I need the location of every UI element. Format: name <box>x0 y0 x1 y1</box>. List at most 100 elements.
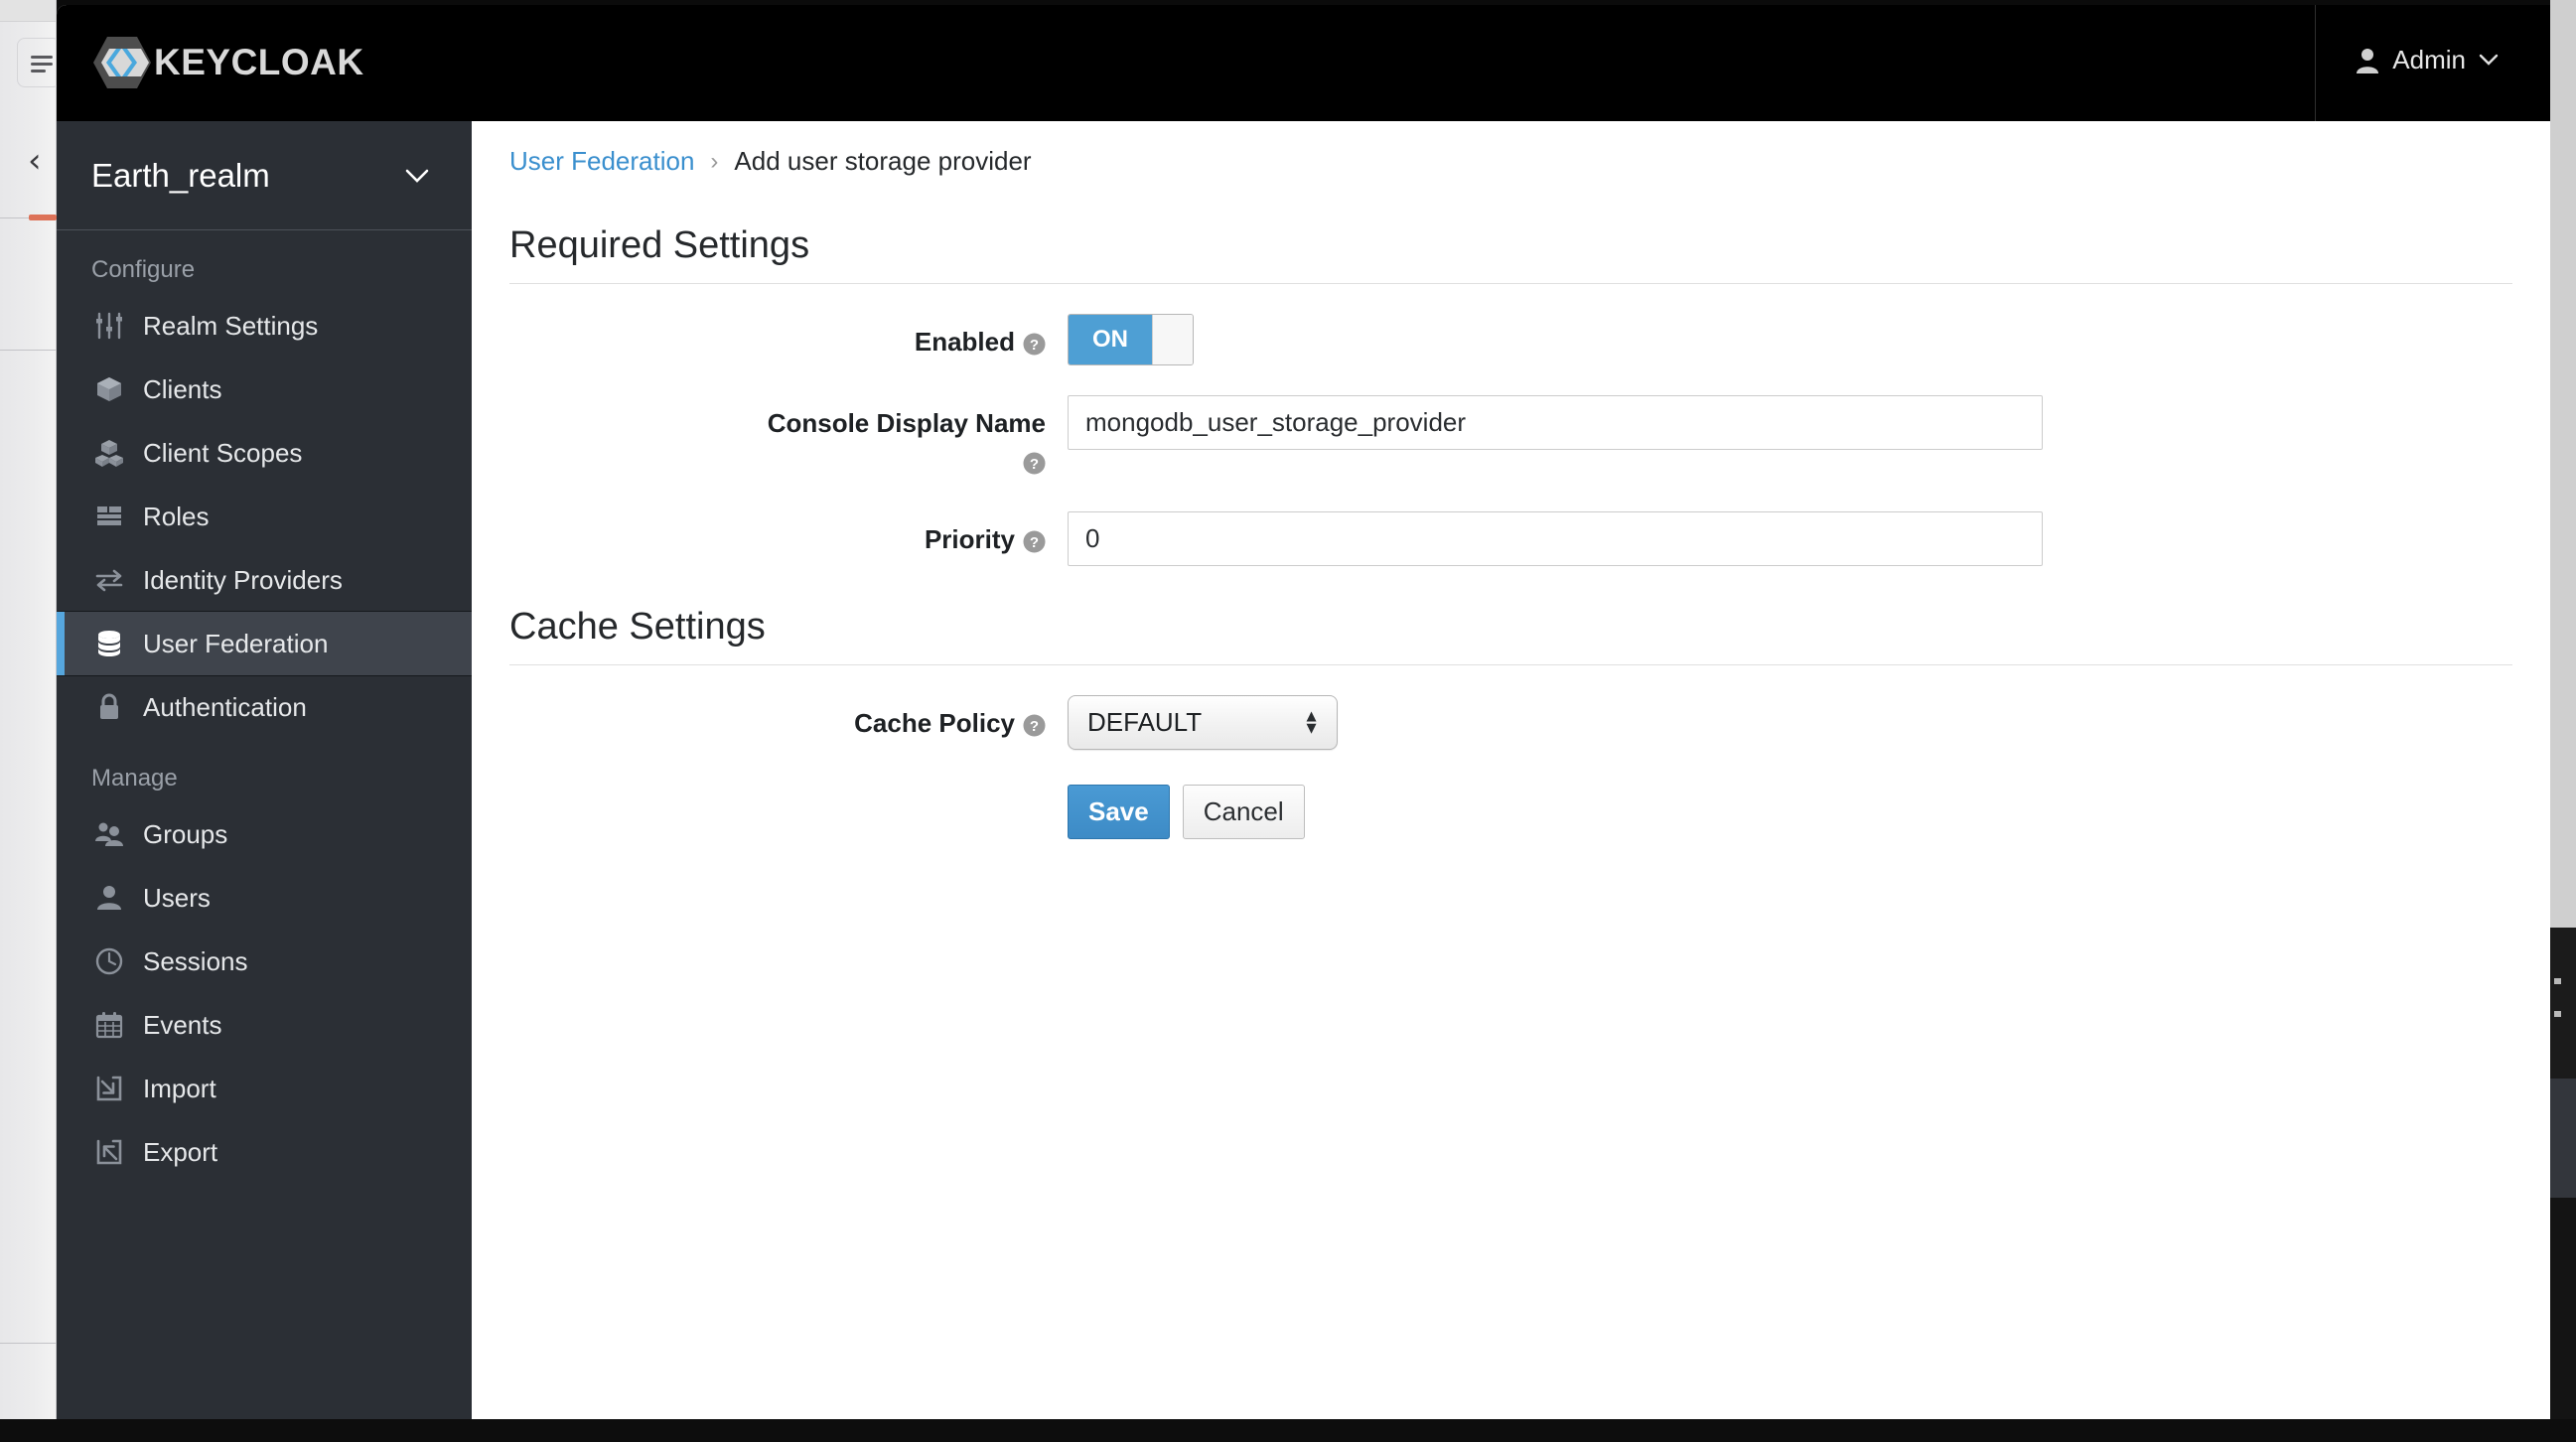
cache-policy-selected-value: DEFAULT <box>1087 706 1203 737</box>
help-tooltip-cache-policy[interactable]: ? <box>1023 706 1046 744</box>
main-content: User Federation › Add user storage provi… <box>472 121 2550 1419</box>
keycloak-admin-console: KEYCLOAK Admin Earth_realm Configure Rea… <box>57 5 2550 1419</box>
cache-policy-label: Cache Policy? <box>472 695 1068 744</box>
breadcrumb-current: Add user storage provider <box>734 146 1032 176</box>
updown-arrows-icon: ▲ ▼ <box>1303 706 1320 738</box>
priority-label: Priority? <box>472 511 1068 560</box>
form-actions: Save Cancel <box>1068 784 2550 839</box>
clock-icon <box>95 947 123 975</box>
sidebar-item-label: Events <box>143 1009 222 1040</box>
chevron-down-icon <box>405 169 429 183</box>
sidebar-item-label: Client Scopes <box>143 437 303 468</box>
help-circle-icon: ? <box>1023 530 1046 553</box>
enabled-toggle-state: ON <box>1069 315 1152 364</box>
sidebar-item-users[interactable]: Users <box>57 866 472 930</box>
realm-selector[interactable]: Earth_realm <box>57 121 472 230</box>
sidebar-item-import[interactable]: Import <box>57 1057 472 1120</box>
required-settings-heading: Required Settings <box>509 224 2512 284</box>
sidebar-item-label: Authentication <box>143 691 307 722</box>
sidebar-item-label: Identity Providers <box>143 564 343 595</box>
svg-text:?: ? <box>1030 534 1039 551</box>
chevron-down-icon <box>2479 54 2499 66</box>
sidebar-item-realm-settings[interactable]: Realm Settings <box>57 294 472 358</box>
enabled-toggle[interactable]: ON <box>1068 314 1194 365</box>
user-icon <box>2357 48 2379 73</box>
bottom-edge-strip <box>0 1419 2576 1442</box>
browser-toolbar-strip <box>0 0 56 22</box>
help-circle-icon: ? <box>1023 452 1046 475</box>
cache-policy-select[interactable]: DEFAULT ▲ ▼ <box>1068 694 1338 750</box>
user-menu-label: Admin <box>2392 45 2466 74</box>
cube-icon <box>97 377 121 401</box>
cache-settings-heading: Cache Settings <box>509 606 2512 665</box>
help-tooltip-console-display-name[interactable]: ? <box>1023 444 1046 482</box>
priority-input[interactable] <box>1068 510 2043 566</box>
toggle-knob <box>1152 315 1193 364</box>
help-tooltip-priority[interactable]: ? <box>1023 522 1046 560</box>
sidebar-item-export[interactable]: Export <box>57 1120 472 1184</box>
sidebar-item-label: Roles <box>143 501 210 531</box>
sidebar-item-events[interactable]: Events <box>57 993 472 1057</box>
sidebar-item-groups[interactable]: Groups <box>57 802 472 866</box>
brand-logo[interactable]: KEYCLOAK <box>92 35 364 90</box>
console-display-name-label-text: Console Display Name <box>767 408 1046 438</box>
breadcrumb-parent-link[interactable]: User Federation <box>509 146 694 177</box>
breadcrumb-separator-icon: › <box>710 147 719 175</box>
back-chevron-icon[interactable]: ‹ <box>28 144 42 178</box>
sidebar-item-label: Export <box>143 1136 218 1167</box>
sidebar-item-label: Import <box>143 1073 216 1103</box>
help-tooltip-enabled[interactable]: ? <box>1023 325 1046 362</box>
console-display-name-input[interactable] <box>1068 395 2043 450</box>
masthead: KEYCLOAK Admin <box>57 5 2550 121</box>
desktop-background: ‹ KEYCLOAK Admin Earth_realm Configure R… <box>0 0 2576 1442</box>
sidebar-item-clients[interactable]: Clients <box>57 358 472 421</box>
cache-policy-label-text: Cache Policy <box>854 707 1015 738</box>
help-circle-icon: ? <box>1023 333 1046 356</box>
svg-text:?: ? <box>1030 456 1039 473</box>
exchange-arrows-icon <box>95 569 123 592</box>
browser-chrome-sidebar: ‹ <box>0 0 61 1419</box>
priority-label-text: Priority <box>924 523 1015 554</box>
accent-marker <box>29 215 57 220</box>
enabled-row: Enabled? ON <box>472 314 2550 365</box>
calendar-icon <box>95 1012 123 1039</box>
realm-name: Earth_realm <box>91 156 270 194</box>
sidebar-item-user-federation[interactable]: User Federation <box>57 611 472 676</box>
sidebar-item-sessions[interactable]: Sessions <box>57 930 472 993</box>
cancel-button[interactable]: Cancel <box>1182 784 1305 839</box>
sidebar-item-client-scopes[interactable]: Client Scopes <box>57 421 472 485</box>
cache-policy-row: Cache Policy? DEFAULT ▲ ▼ Save Cancel <box>472 694 2550 839</box>
sidebar-item-identity-providers[interactable]: Identity Providers <box>57 548 472 612</box>
breadcrumb: User Federation › Add user storage provi… <box>472 121 2550 177</box>
enabled-label: Enabled? <box>472 314 1068 362</box>
sliders-icon <box>96 312 122 340</box>
sidebar-toggle-icon[interactable] <box>17 38 61 87</box>
export-arrow-icon <box>96 1139 122 1165</box>
sidebar-item-label: Sessions <box>143 945 248 976</box>
divider <box>0 1343 57 1344</box>
save-button[interactable]: Save <box>1068 784 1170 839</box>
sidebar-item-label: User Federation <box>143 628 329 658</box>
import-arrow-icon <box>96 1076 122 1101</box>
divider <box>0 350 57 351</box>
sidebar-item-label: Clients <box>143 373 222 404</box>
cubes-icon <box>95 440 123 467</box>
help-circle-icon: ? <box>1023 714 1046 737</box>
console-display-name-row: Console Display Name ? <box>472 395 2550 482</box>
lock-icon <box>100 693 118 719</box>
database-icon <box>98 631 120 656</box>
console-display-name-label: Console Display Name ? <box>472 395 1068 482</box>
right-edge-strip <box>2550 0 2576 1442</box>
sidebar-nav: Earth_realm Configure Realm Settings Cli… <box>57 121 472 1419</box>
svg-text:?: ? <box>1030 337 1039 354</box>
user-menu-button[interactable]: Admin <box>2356 45 2499 75</box>
svg-text:?: ? <box>1030 718 1039 735</box>
user-icon <box>97 886 121 910</box>
brand-text: KEYCLOAK <box>154 42 364 82</box>
nav-group-title-configure: Configure <box>91 256 196 283</box>
sidebar-item-authentication[interactable]: Authentication <box>57 675 472 739</box>
sidebar-item-roles[interactable]: Roles <box>57 485 472 548</box>
enabled-label-text: Enabled <box>914 327 1015 357</box>
masthead-divider <box>2315 5 2316 121</box>
keycloak-hexagon-logo-icon <box>93 37 151 88</box>
